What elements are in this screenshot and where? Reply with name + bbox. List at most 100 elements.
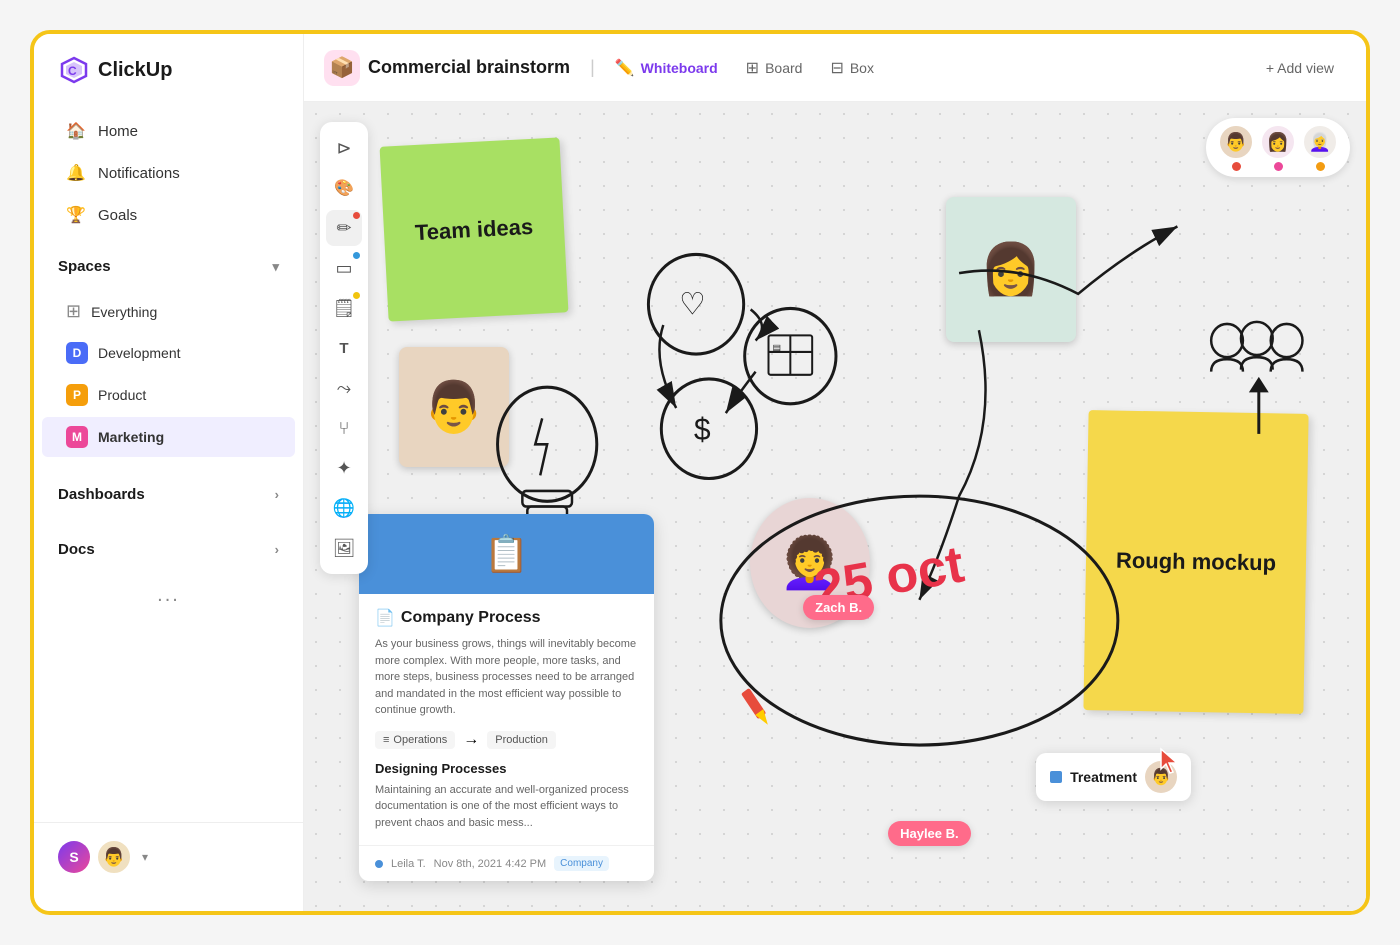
user-avatars-area: S 👨 ▾ [58,839,279,875]
name-badge-zach: Zach B. [803,595,874,620]
doc-title-text: Company Process [401,609,541,627]
whiteboard-tab-icon: ✏️ [615,58,635,78]
doc-card-body-text: As your business grows, things will inev… [375,636,638,719]
collab-1-wrap: 👨 [1218,124,1254,171]
whiteboard-canvas[interactable]: ⊳ 🎨 ✏ ▭ 🗒 T [304,102,1366,911]
box-tab-icon: ⊟ [830,58,843,78]
toolbar-cursor[interactable]: ⊳ [326,130,362,166]
toolbar-image[interactable]: 🖼 [326,530,362,566]
more-button[interactable]: ... [34,574,303,617]
docs-header[interactable]: Docs › [34,533,303,566]
cube-icon: 📦 [330,55,355,80]
sidebar-item-development[interactable]: D Development [42,333,295,373]
sidebar-item-product[interactable]: P Product [42,375,295,415]
product-space-icon: P [66,384,88,406]
marketing-space-icon: M [66,426,88,448]
board-tab-icon: ⊞ [746,58,759,78]
person-photo-woman-1: 👩 [946,197,1076,342]
toolbar-note[interactable]: 🗒 [326,290,362,326]
doc-tag-operations: ≡ Operations [375,731,455,749]
spaces-divider: Spaces ▾ [34,250,303,283]
svg-text:$: $ [694,413,711,448]
collab-avatar-2: 👩 [1260,124,1296,160]
sticky-green-text: Team ideas [414,213,533,245]
footer-author: Leila T. [391,858,426,870]
toolbar-pencil[interactable]: ✏ [326,210,362,246]
pencil-dot [353,212,360,219]
treatment-badge[interactable]: Treatment 👨 [1036,753,1191,801]
doc-section-title: Designing Processes [375,761,638,776]
spaces-header[interactable]: Spaces ▾ [34,250,303,283]
collab-avatar-3: 👩‍🦳 [1302,124,1338,160]
toolbar-ai[interactable]: ✦ [326,450,362,486]
user-chevron-icon: ▾ [142,850,148,864]
note-tool-icon: 🗒 [333,298,356,319]
doc-card-company-process[interactable]: 📋 📄 Company Process As your business gro… [359,514,654,881]
collab-2-wrap: 👩 [1260,124,1296,171]
collab-dot-3 [1316,162,1325,171]
haylee-name: Haylee B. [900,826,959,841]
doc-card-header: 📋 [359,514,654,594]
footer-dot [375,860,383,868]
dashboards-label: Dashboards [58,486,145,503]
treatment-avatar: 👨 [1145,761,1177,793]
spaces-label: Spaces [58,258,111,275]
share-tool-icon: ⑂ [339,418,350,439]
chevron-down-icon: ▾ [272,259,279,275]
sidebar-item-development-label: Development [98,345,181,361]
nav-goals-label: Goals [98,207,137,224]
person-photo-man: 👨 [399,347,509,467]
nav-notifications[interactable]: 🔔 Notifications [42,153,295,193]
collab-avatar-1: 👨 [1218,124,1254,160]
box-tab-label: Box [850,60,874,76]
tab-whiteboard[interactable]: ✏️ Whiteboard [603,52,730,84]
treatment-color-indicator [1050,771,1062,783]
zach-name: Zach B. [815,600,862,615]
sidebar-bottom: S 👨 ▾ [34,822,303,891]
sidebar-item-product-label: Product [98,387,146,403]
toolbar-connector[interactable]: ⤳ [326,370,362,406]
tab-box[interactable]: ⊟ Box [818,52,886,84]
dashboards-header[interactable]: Dashboards › [34,478,303,511]
collab-3-wrap: 👩‍🦳 [1302,124,1338,171]
nav-goals[interactable]: 🏆 Goals [42,195,295,235]
footer-company-tag: Company [554,856,609,871]
connector-tool-icon: ⤳ [337,378,351,399]
toolbar-text[interactable]: T [326,330,362,366]
text-tool-icon: T [339,340,348,357]
sticky-note-team-ideas[interactable]: Team ideas [380,137,569,321]
toolbar-globe[interactable]: 🌐 [326,490,362,526]
tag-production-label: Production [495,734,548,746]
sidebar-item-marketing-label: Marketing [98,429,164,445]
collab-dot-1 [1232,162,1241,171]
nav-home[interactable]: 🏠 Home [42,111,295,151]
toolbar-rect[interactable]: ▭ [326,250,362,286]
bell-icon: 🔔 [66,163,86,183]
image-tool-icon: 🖼 [333,538,356,559]
name-badge-haylee: Haylee B. [888,821,971,846]
user-avatar-s[interactable]: S [58,841,90,873]
tab-board[interactable]: ⊞ Board [734,52,815,84]
rect-tool-icon: ▭ [335,258,352,279]
project-title: Commercial brainstorm [368,57,570,78]
toolbar-colorpicker[interactable]: 🎨 [326,170,362,206]
user-avatar-2[interactable]: 👨 [96,839,132,875]
man-face: 👨 [399,347,509,467]
grid-icon: ⊞ [66,301,81,322]
toolbar-share[interactable]: ⑂ [326,410,362,446]
rect-dot [353,252,360,259]
add-view-button[interactable]: + Add view [1254,54,1346,82]
collaborator-avatars: 👨 👩 👩‍🦳 [1206,118,1350,177]
sidebar-item-everything-label: Everything [91,304,157,320]
doc-illustration-icon: 📋 [484,533,529,575]
doc-card-tags: ≡ Operations → Production [375,731,638,749]
doc-card-footer: Leila T. Nov 8th, 2021 4:42 PM Company [359,845,654,881]
sticky-note-rough-mockup[interactable]: Rough mockup [1083,410,1308,714]
add-view-label: + Add view [1266,60,1334,76]
sidebar-item-marketing[interactable]: M Marketing [42,417,295,457]
more-label: ... [157,584,180,607]
svg-text:♡: ♡ [679,287,706,322]
sidebar-item-everything[interactable]: ⊞ Everything [42,292,295,331]
view-divider: | [590,57,595,78]
nav-home-label: Home [98,123,138,140]
